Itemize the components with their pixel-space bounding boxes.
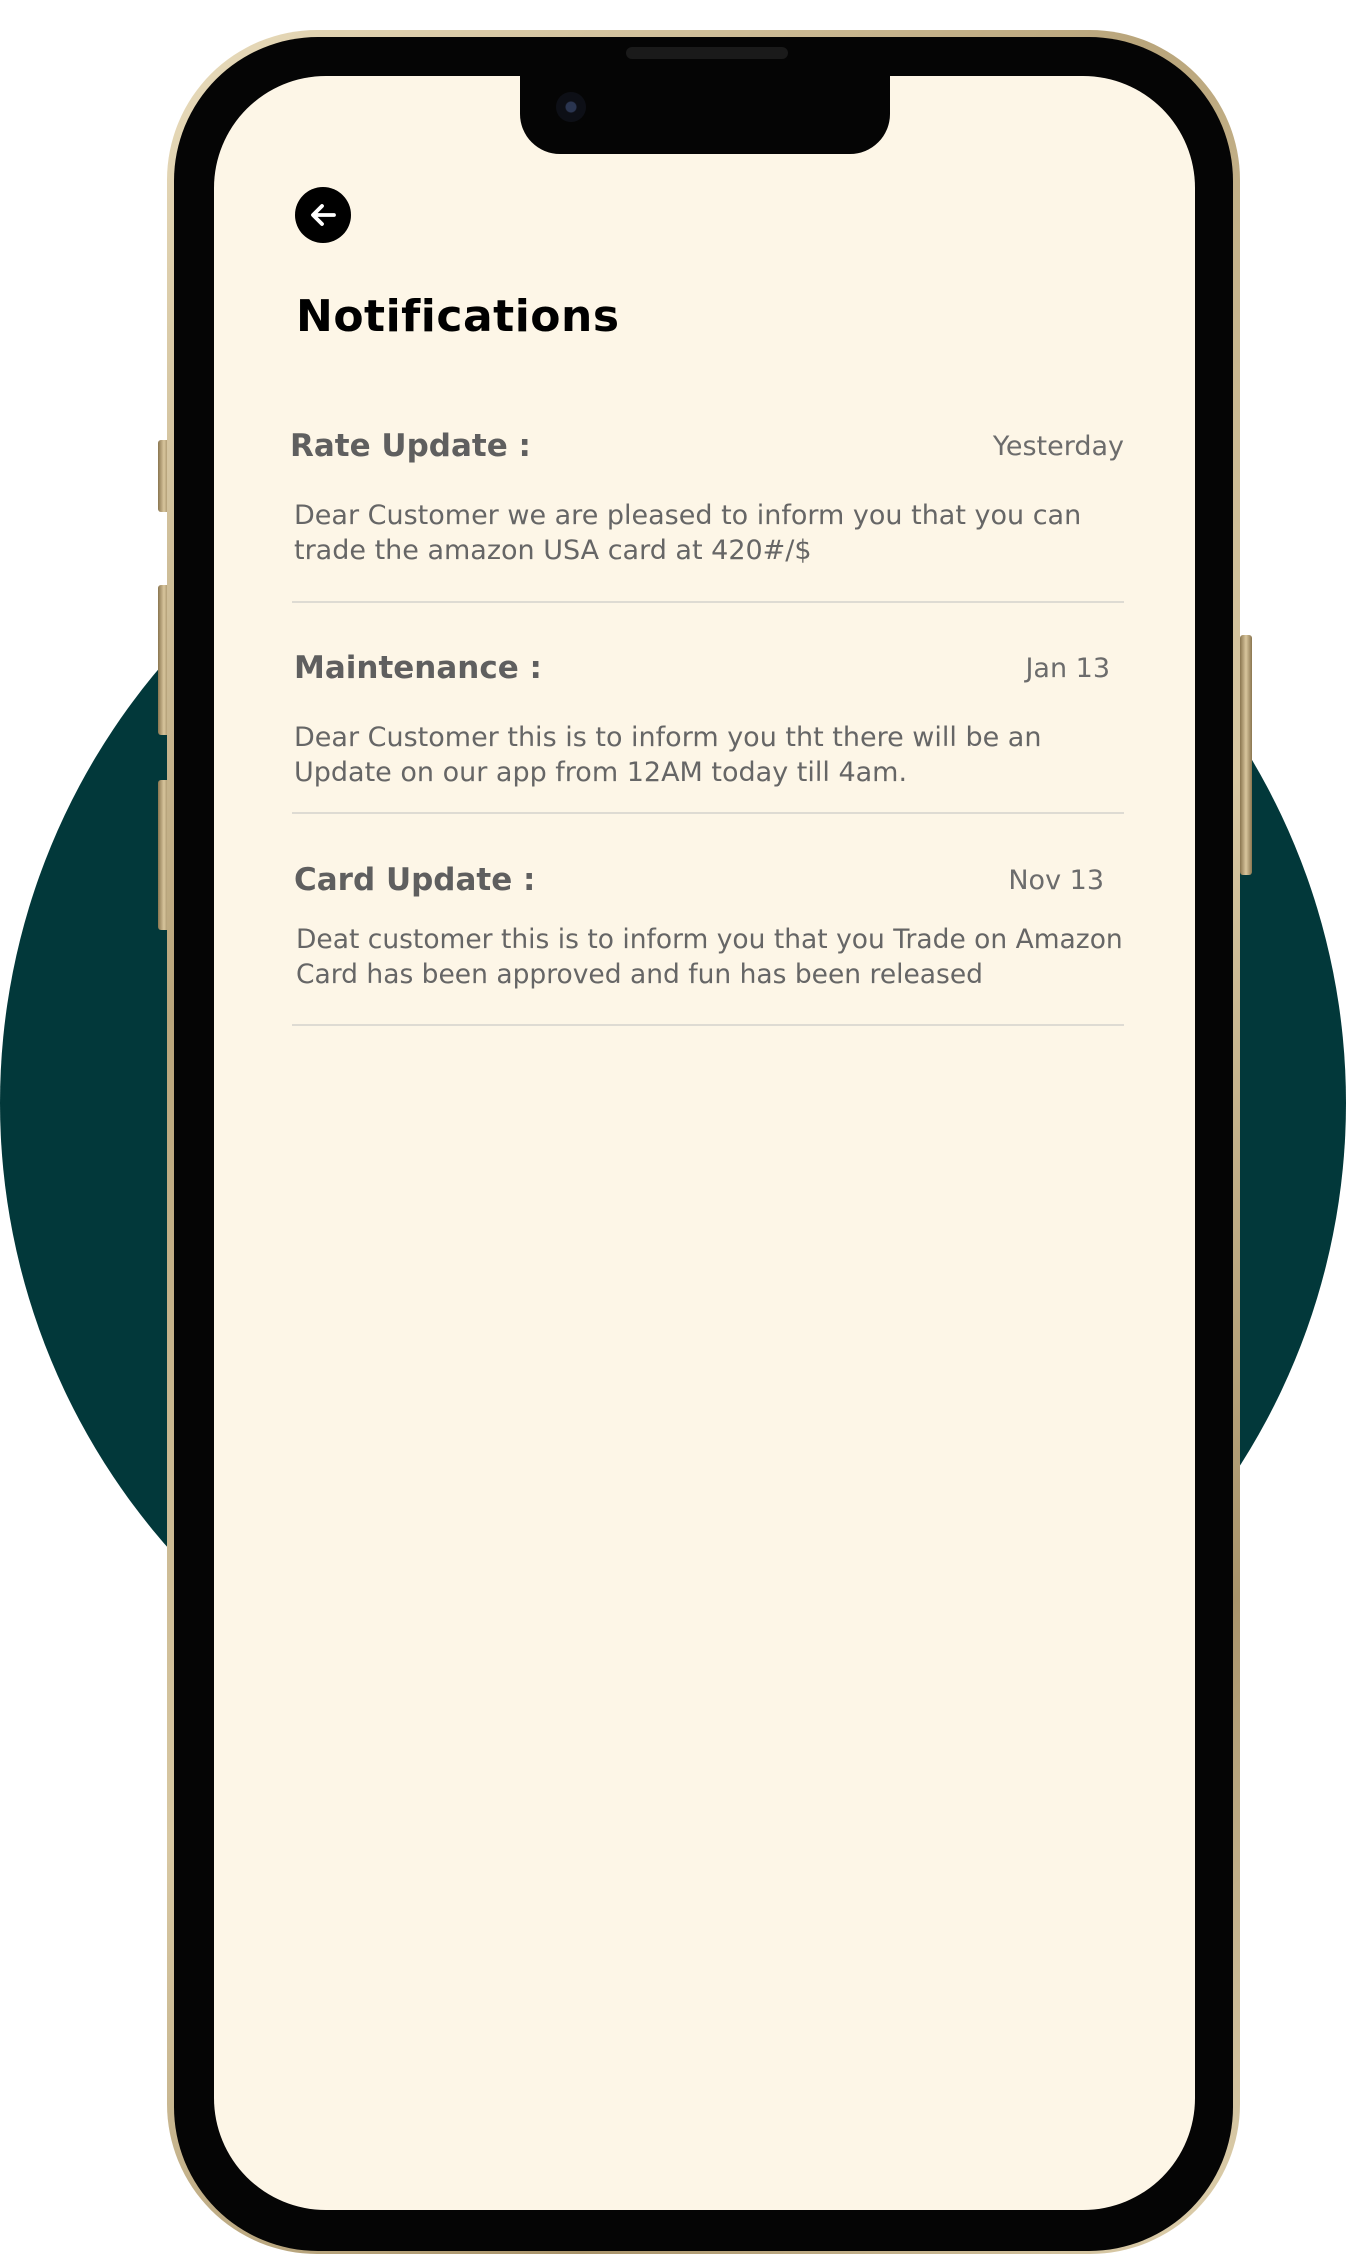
app-mockup: Notifications Rate Update : Yesterday De… bbox=[0, 0, 1346, 2254]
divider bbox=[292, 601, 1124, 603]
notification-body: Dear Customer we are pleased to inform y… bbox=[294, 500, 1082, 566]
arrow-left-icon bbox=[311, 204, 336, 226]
notification-title: Maintenance : bbox=[294, 650, 542, 686]
notification-title: Rate Update : bbox=[290, 428, 531, 464]
notification-date: Yesterday bbox=[992, 431, 1124, 462]
notification-date: Nov 13 bbox=[1008, 865, 1104, 896]
power-button bbox=[1240, 635, 1252, 875]
back-button[interactable] bbox=[295, 187, 351, 243]
speaker-grille bbox=[626, 47, 788, 59]
notification-title: Card Update : bbox=[294, 862, 536, 898]
divider bbox=[292, 1024, 1124, 1026]
notification-body: Deat customer this is to inform you that… bbox=[296, 924, 1123, 990]
notification-item[interactable]: Maintenance : Jan 13 Dear Customer this … bbox=[294, 650, 1110, 790]
notification-item[interactable]: Card Update : Nov 13 Deat customer this … bbox=[294, 862, 1123, 1002]
front-camera bbox=[556, 92, 586, 122]
notification-body: Dear Customer this is to inform you tht … bbox=[294, 722, 1042, 788]
page-title: Notifications bbox=[296, 291, 620, 342]
notification-item[interactable]: Rate Update : Yesterday Dear Customer we… bbox=[290, 428, 1124, 568]
notification-date: Jan 13 bbox=[1025, 653, 1110, 684]
divider bbox=[292, 812, 1124, 814]
phone-screen bbox=[214, 76, 1195, 2210]
